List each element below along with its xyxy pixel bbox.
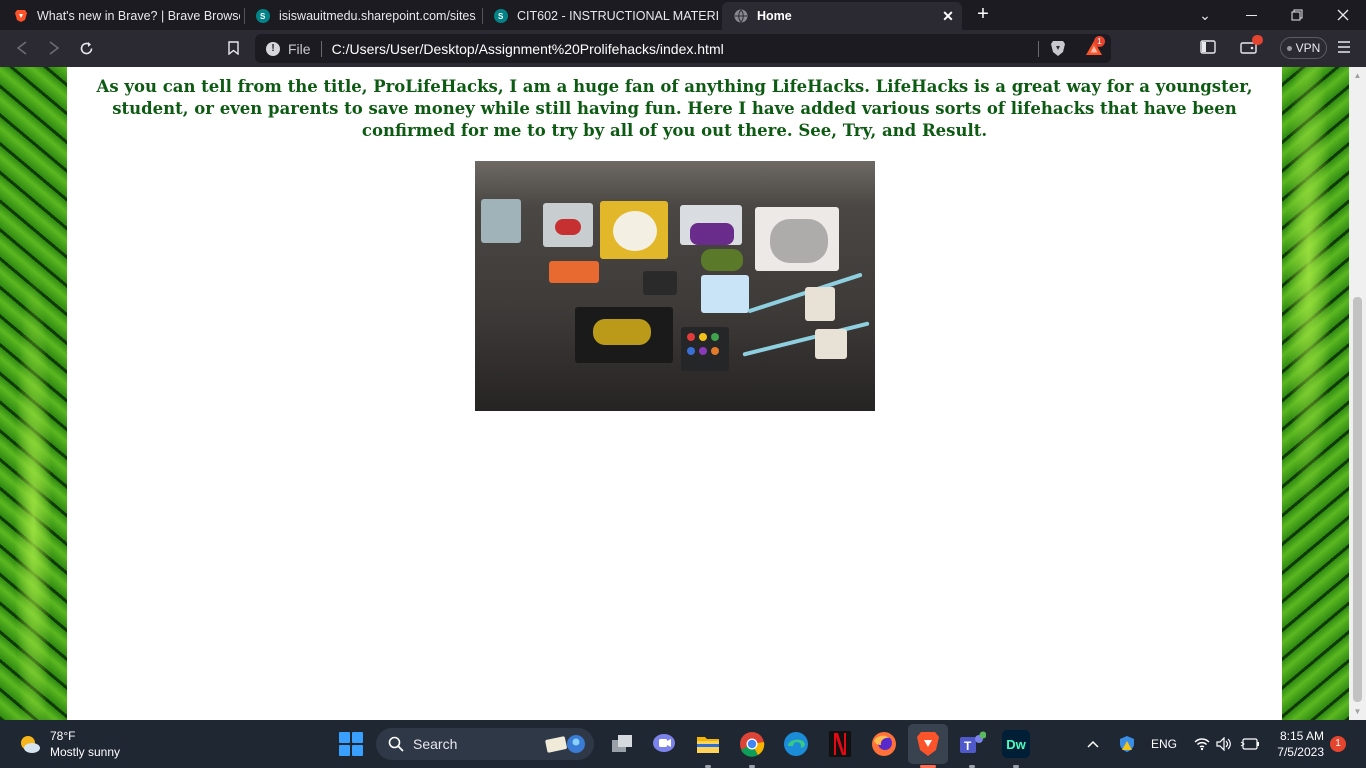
teams-chat-icon[interactable]	[650, 730, 678, 758]
search-highlight-art-icon	[542, 732, 590, 756]
forward-button[interactable]	[44, 38, 64, 58]
windows-taskbar: 78°F Mostly sunny Search T Dw ENG 8:15 A…	[0, 720, 1366, 768]
system-clock[interactable]: 8:15 AM 7/5/2023	[1268, 728, 1324, 760]
clock-date: 7/5/2023	[1277, 745, 1324, 759]
tab-search-chevron-icon[interactable]: ⌄	[1182, 0, 1228, 30]
brave-lion-icon	[14, 9, 28, 23]
vpn-status-dot	[1286, 45, 1292, 51]
scroll-up-arrow-icon[interactable]: ▲	[1349, 67, 1366, 84]
leaf-background-left	[0, 67, 67, 720]
weather-temp: 78°F	[50, 729, 76, 743]
language-indicator[interactable]: ENG	[1151, 720, 1177, 768]
teams-icon[interactable]: T	[958, 730, 986, 758]
windows-logo-pane	[352, 732, 363, 743]
battery-icon[interactable]	[1240, 720, 1260, 768]
taskbar-search[interactable]: Search	[376, 728, 594, 760]
weather-widget[interactable]: 78°F Mostly sunny	[18, 728, 120, 760]
tab-cit602[interactable]: S CIT602 - INSTRUCTIONAL MATERIAL DE	[482, 2, 718, 30]
task-view-icon[interactable]	[608, 730, 636, 758]
close-tab-icon[interactable]: ✕	[940, 8, 956, 24]
scroll-thumb[interactable]	[1353, 297, 1362, 702]
tab-sharepoint-site[interactable]: S isiswauitmedu.sharepoint.com/sites/CIT	[244, 2, 476, 30]
tab-home[interactable]: Home ✕	[722, 2, 962, 30]
partly-sunny-icon	[18, 732, 42, 756]
vpn-label: VPN	[1295, 41, 1321, 55]
minimize-button[interactable]	[1228, 0, 1274, 30]
sharepoint-icon: S	[494, 9, 508, 23]
wallet-dot	[1252, 35, 1263, 45]
close-window-button[interactable]	[1320, 0, 1366, 30]
page-content: As you can tell from the title, ProLifeH…	[67, 67, 1282, 720]
intro-paragraph: As you can tell from the title, ProLifeH…	[96, 77, 1253, 140]
tab-title: What's new in Brave? | Brave Browser	[37, 9, 240, 23]
windows-logo-pane	[339, 745, 350, 756]
edge-icon[interactable]	[782, 730, 810, 758]
leaf-background-right	[1282, 67, 1349, 720]
file-explorer-icon[interactable]	[694, 730, 722, 758]
chrome-icon[interactable]	[738, 730, 766, 758]
tab-title: isiswauitmedu.sharepoint.com/sites/CIT	[279, 9, 476, 23]
search-icon	[388, 736, 404, 752]
menu-icon[interactable]	[1337, 40, 1353, 56]
wifi-icon[interactable]	[1194, 720, 1210, 768]
tab-title: Home	[757, 9, 792, 23]
url-scheme-label: File	[288, 40, 311, 57]
address-bar[interactable]: ! File C:/Users/User/Desktop/Assignment%…	[255, 34, 1111, 63]
search-label: Search	[413, 736, 458, 752]
clock-time: 8:15 AM	[1279, 729, 1324, 743]
tab-whats-new-brave[interactable]: What's new in Brave? | Brave Browser	[2, 2, 240, 30]
svg-text:T: T	[964, 739, 972, 753]
tab-title: CIT602 - INSTRUCTIONAL MATERIAL DE	[517, 9, 718, 23]
page-scrollbar[interactable]: ▲ ▼	[1349, 67, 1366, 720]
weather-condition: Mostly sunny	[50, 745, 121, 759]
show-hidden-icons-chevron-icon[interactable]	[1086, 720, 1100, 768]
firefox-icon[interactable]	[870, 730, 898, 758]
reload-button[interactable]	[76, 38, 96, 58]
security-warning-icon[interactable]	[1118, 720, 1136, 768]
new-tab-button[interactable]: +	[972, 4, 994, 26]
site-info-icon[interactable]: !	[266, 41, 280, 56]
svg-text:S: S	[260, 12, 266, 21]
windows-logo-pane	[339, 732, 350, 743]
brave-taskbar-icon[interactable]	[908, 724, 948, 764]
bookmark-icon[interactable]	[223, 38, 243, 58]
url-text[interactable]: C:/Users/User/Desktop/Assignment%20Proli…	[332, 41, 724, 57]
brave-shields-icon[interactable]	[1050, 40, 1066, 57]
windows-logo-pane	[352, 745, 363, 756]
url-divider	[320, 40, 322, 57]
notification-badge[interactable]: 1	[1330, 736, 1346, 752]
globe-icon	[734, 9, 748, 23]
tab-strip: What's new in Brave? | Brave Browser S i…	[0, 0, 1366, 30]
lifehack-supplies-photo	[475, 161, 875, 411]
back-button[interactable]	[12, 38, 32, 58]
sharepoint-icon: S	[256, 9, 270, 23]
start-button[interactable]	[339, 732, 363, 756]
svg-text:S: S	[498, 12, 504, 21]
rewards-badge: 1	[1094, 36, 1105, 47]
scroll-down-arrow-icon[interactable]: ▼	[1349, 703, 1366, 720]
vpn-button[interactable]: VPN	[1280, 37, 1327, 59]
page-viewport: As you can tell from the title, ProLifeH…	[0, 67, 1349, 720]
netflix-icon[interactable]	[826, 730, 854, 758]
restore-button[interactable]	[1274, 0, 1320, 30]
browser-toolbar: ! File C:/Users/User/Desktop/Assignment%…	[0, 30, 1366, 67]
brave-rewards-icon[interactable]: 1	[1085, 36, 1105, 57]
url-divider	[1038, 41, 1039, 57]
sidebar-icon[interactable]	[1200, 40, 1216, 56]
dreamweaver-icon[interactable]: Dw	[1002, 730, 1030, 758]
volume-icon[interactable]	[1216, 720, 1232, 768]
wallet-icon[interactable]	[1240, 35, 1263, 56]
